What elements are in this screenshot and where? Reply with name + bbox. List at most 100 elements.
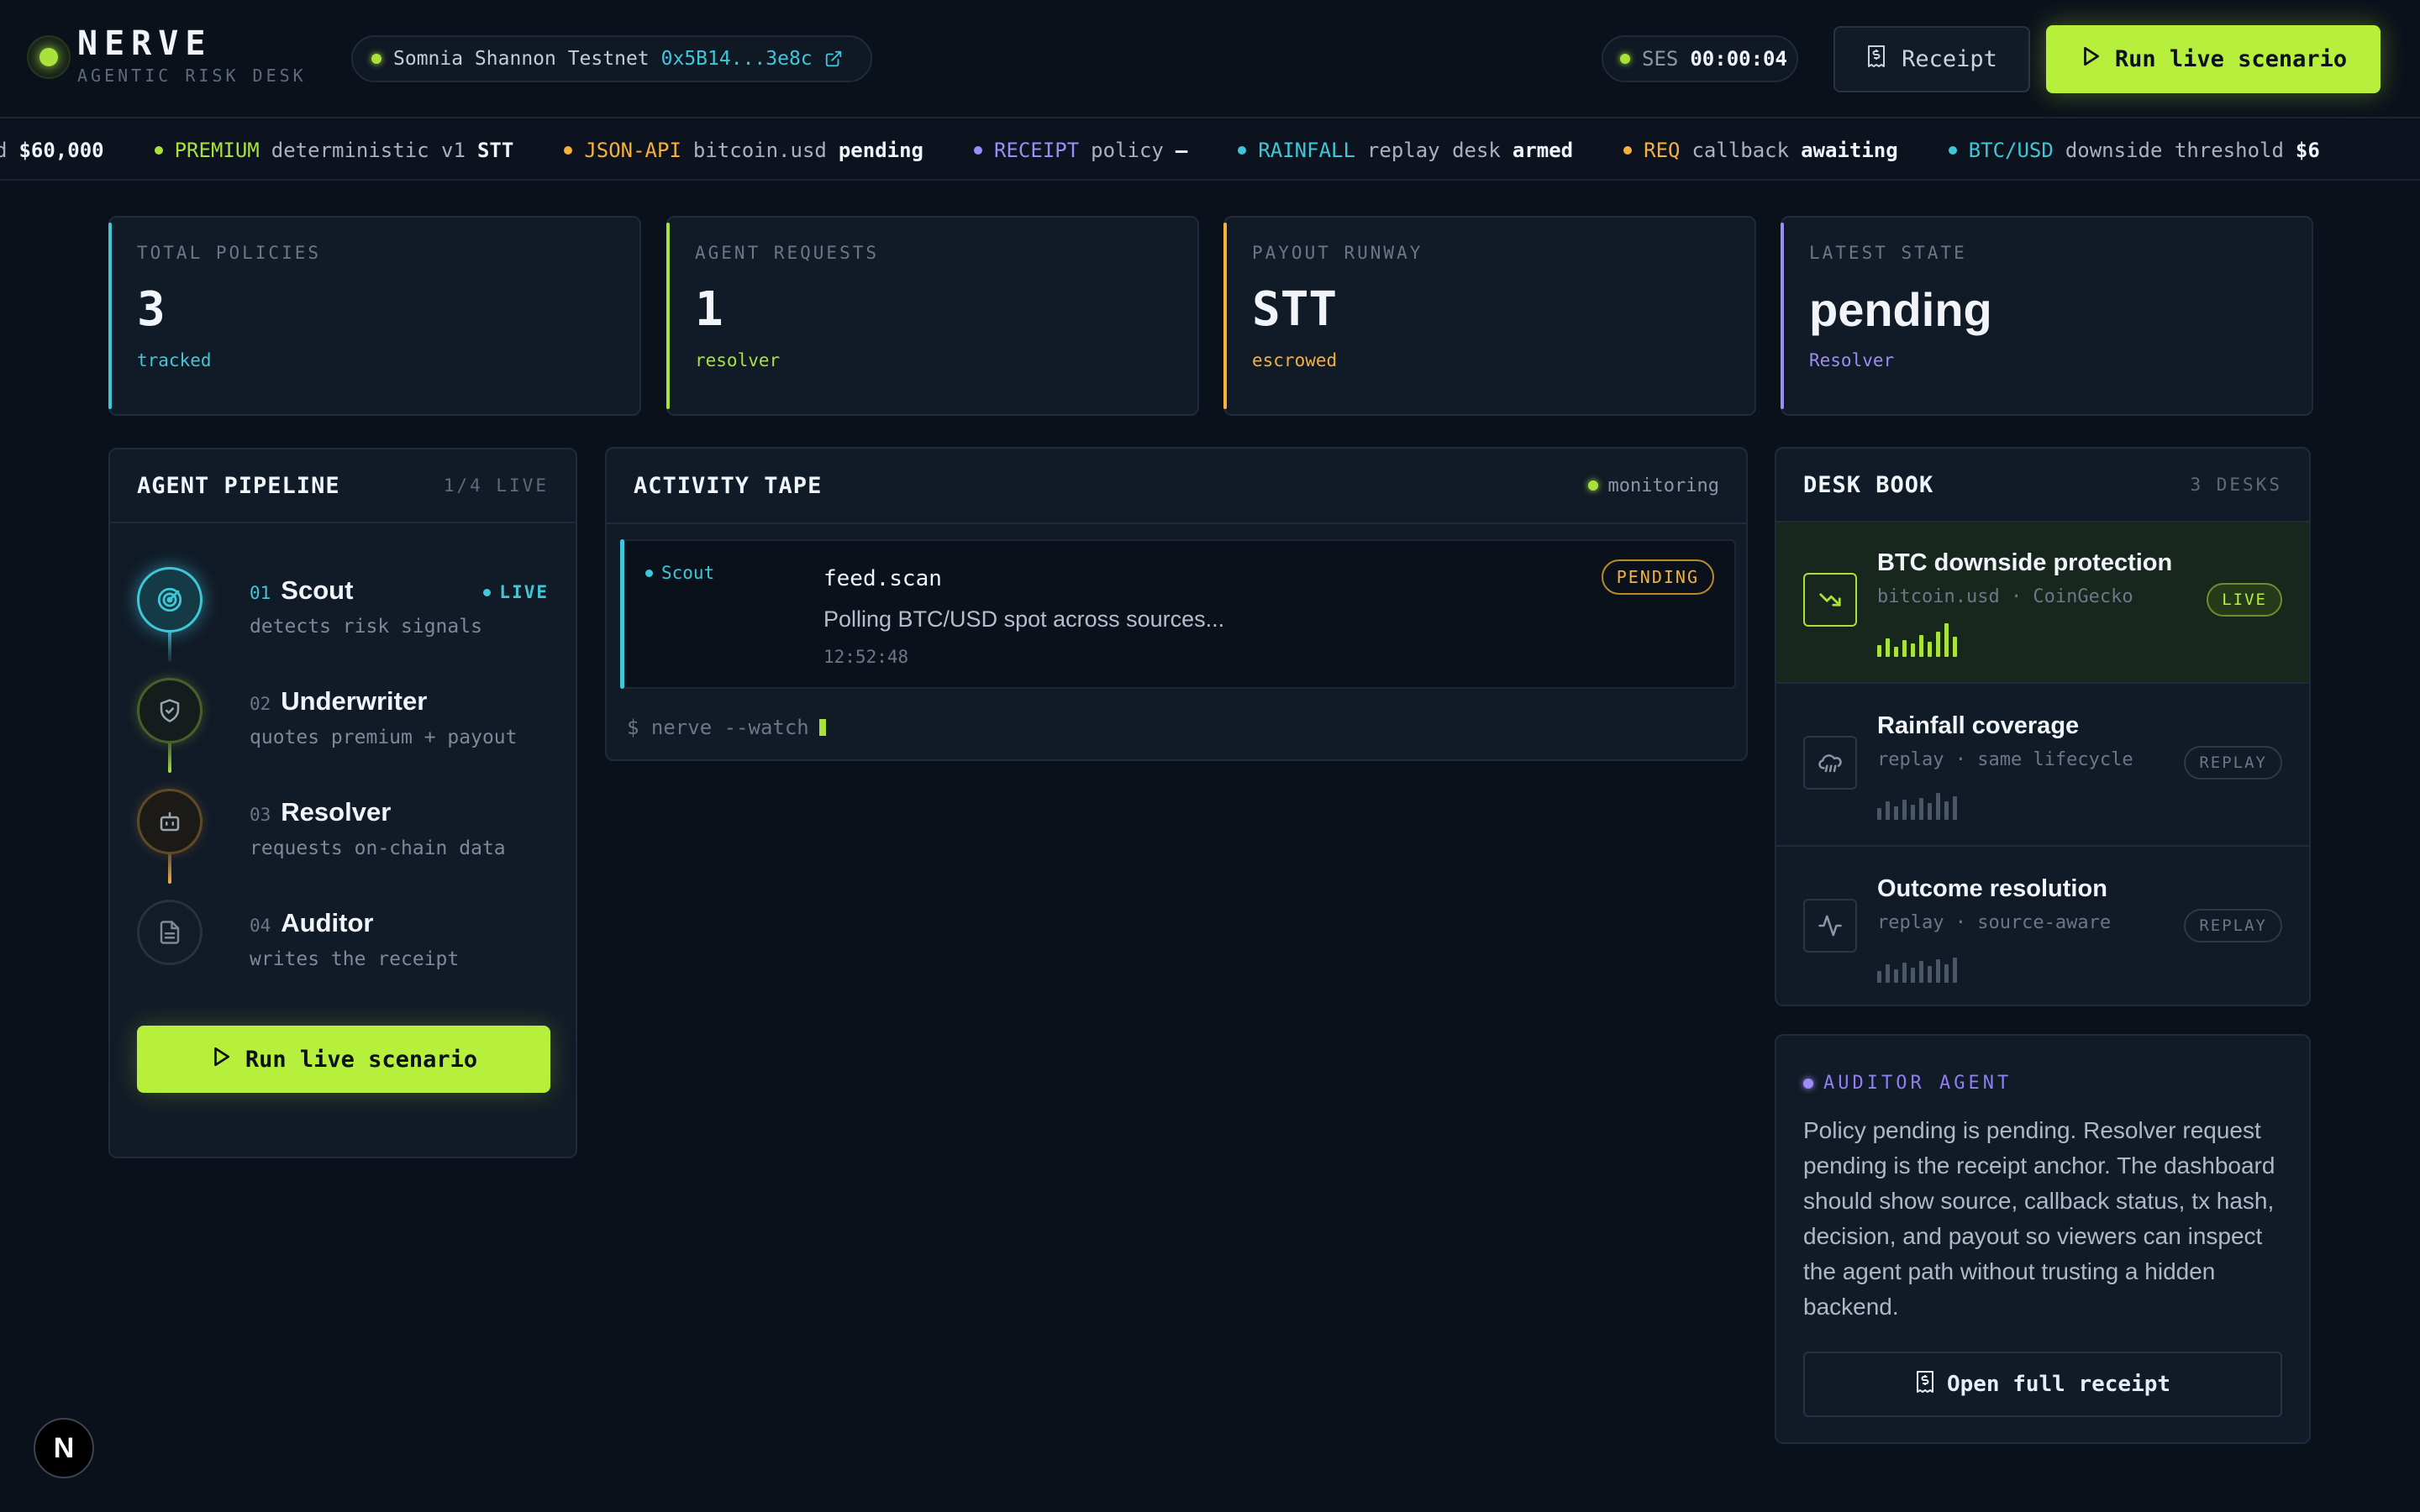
ticker-tag: RAINFALL (1258, 139, 1355, 162)
cloud-rain-icon (1803, 736, 1857, 790)
ticker-text: d (0, 139, 7, 162)
stat-card: TOTAL POLICIES 3 tracked (108, 216, 641, 416)
ticker-value: awaiting (1801, 139, 1898, 162)
ticker-value: STT (476, 139, 514, 162)
ticker-item: d $60,000 (0, 139, 104, 162)
sparkline-bar (1919, 635, 1923, 657)
stat-accent-bar (108, 223, 112, 409)
sparkline-bar (1894, 969, 1898, 983)
auditor-label: AUDITOR AGENT (1803, 1073, 2012, 1094)
session-status-dot (1620, 54, 1630, 64)
desk-subtitle: replay · same lifecycle (1877, 749, 2133, 770)
ticker-dot (1948, 146, 1957, 155)
network-pill[interactable]: Somnia Shannon Testnet 0x5B14...3e8c (351, 35, 872, 82)
session-timer: SES 00:00:04 (1602, 35, 1798, 82)
desk-outcome[interactable]: Outcome resolution replay · source-aware… (1776, 848, 2309, 1005)
brand: NERVE AGENTIC RISK DESK (77, 25, 307, 86)
ticker-value: — (1175, 139, 1188, 162)
external-link-icon[interactable] (824, 50, 843, 68)
pending-badge: PENDING (1601, 559, 1714, 595)
live-badge: LIVE (483, 582, 549, 602)
ticker-text: deterministic v1 (271, 139, 466, 162)
pipeline-step-underwriter[interactable]: 02 Underwriter quotes premium + payout (137, 678, 549, 762)
pipeline-step-auditor[interactable]: 04 Auditor writes the receipt (137, 900, 549, 984)
ticker-value: pending (838, 139, 924, 162)
ticker-tag: PREMIUM (174, 139, 260, 162)
step-name: Underwriter (281, 686, 428, 716)
brand-name: NERVE (77, 24, 213, 63)
step-description: writes the receipt (250, 948, 460, 970)
desk-title: Outcome resolution (1877, 875, 2107, 902)
sparkline-bar (1936, 959, 1940, 983)
stat-value: STT (1252, 282, 1338, 337)
play-icon (2080, 45, 2102, 74)
receipt-icon (1866, 45, 1886, 74)
open-full-receipt-button[interactable]: Open full receipt (1803, 1352, 2282, 1417)
ticker-item: REQ callback awaiting (1623, 139, 1898, 162)
sparkline-bar (1894, 806, 1898, 820)
step-heading: 03 Resolver (250, 797, 391, 827)
stat-label: LATEST STATE (1809, 243, 1967, 263)
auditor-summary: Policy pending is pending. Resolver requ… (1803, 1117, 2275, 1320)
stat-sublabel: escrowed (1252, 350, 1338, 370)
ticker-dot (1623, 146, 1633, 155)
sparkline-bar (1894, 647, 1898, 657)
desk-sparkline (1877, 785, 1957, 820)
desk-btc-downside[interactable]: BTC downside protection bitcoin.usd · Co… (1776, 522, 2309, 684)
stat-sublabel: tracked (137, 350, 212, 370)
activity-icon (1803, 899, 1857, 953)
stat-label: TOTAL POLICIES (137, 243, 322, 263)
ticker-value: $60,000 (18, 139, 104, 162)
deskbook-count: 3 DESKS (2190, 475, 2282, 495)
receipt-button[interactable]: Receipt (1833, 26, 2030, 92)
shield-icon (137, 678, 203, 743)
radar-icon (137, 567, 203, 633)
desk-rainfall[interactable]: Rainfall coverage replay · same lifecycl… (1776, 685, 2309, 847)
pipeline-live-count: 1/4 LIVE (443, 475, 549, 496)
sparkline-bar (1902, 963, 1907, 983)
cursor (818, 719, 826, 736)
desk-title: Rainfall coverage (1877, 712, 2080, 739)
stat-value: 3 (137, 282, 166, 337)
activity-agent: Scout (645, 563, 714, 583)
top-bar: NERVE AGENTIC RISK DESK Somnia Shannon T… (0, 0, 2420, 118)
framework-badge-icon[interactable]: N (34, 1418, 94, 1478)
sparkline-bar (1902, 800, 1907, 820)
pipeline-step-scout[interactable]: 01 Scout detects risk signals LIVE (137, 567, 549, 651)
step-number: 02 (250, 694, 271, 714)
stat-sublabel: resolver (695, 350, 781, 370)
sparkline-bar (1911, 805, 1915, 820)
ticker-text: policy (1091, 139, 1164, 162)
ticker-tag: REQ (1644, 139, 1681, 162)
run-live-scenario-button[interactable]: Run live scenario (2046, 25, 2381, 93)
ticker-item: PREMIUM deterministic v1 STT (154, 139, 514, 162)
ticker-dot (1238, 146, 1247, 155)
sparkline-bar (1928, 803, 1932, 820)
sparkline-bar (1944, 801, 1949, 820)
step-number: 04 (250, 916, 271, 936)
stat-sublabel: Resolver (1809, 350, 1895, 370)
pipeline-step-resolver[interactable]: 03 Resolver requests on-chain data (137, 789, 549, 873)
activity-entry[interactable]: Scout feed.scan Polling BTC/USD spot acr… (620, 539, 1736, 689)
pipeline-run-button[interactable]: Run live scenario (137, 1026, 550, 1093)
ticker-dot (564, 146, 573, 155)
sparkline-bar (1877, 971, 1881, 983)
sparkline-bar (1936, 793, 1940, 820)
activity-message: Polling BTC/USD spot across sources... (823, 606, 1225, 632)
bot-icon (137, 789, 203, 854)
step-number: 03 (250, 805, 271, 825)
step-description: requests on-chain data (250, 837, 506, 859)
play-icon (210, 1045, 232, 1074)
contract-address-link[interactable]: 0x5B14...3e8c (661, 48, 813, 70)
sparkline-bar (1919, 961, 1923, 983)
sparkline-bar (1911, 968, 1915, 983)
desk-subtitle: bitcoin.usd · CoinGecko (1877, 586, 2133, 607)
ticker-dot (154, 146, 163, 155)
ticker-item: RECEIPT policy — (974, 139, 1187, 162)
network-name: Somnia Shannon Testnet (393, 48, 650, 70)
step-description: quotes premium + payout (250, 727, 518, 748)
monitoring-status: monitoring (1587, 475, 1719, 496)
stat-value: 1 (695, 282, 723, 337)
auditor-agent-panel: AUDITOR AGENT Policy pending is pending.… (1775, 1034, 2311, 1444)
network-status-dot (371, 54, 381, 64)
